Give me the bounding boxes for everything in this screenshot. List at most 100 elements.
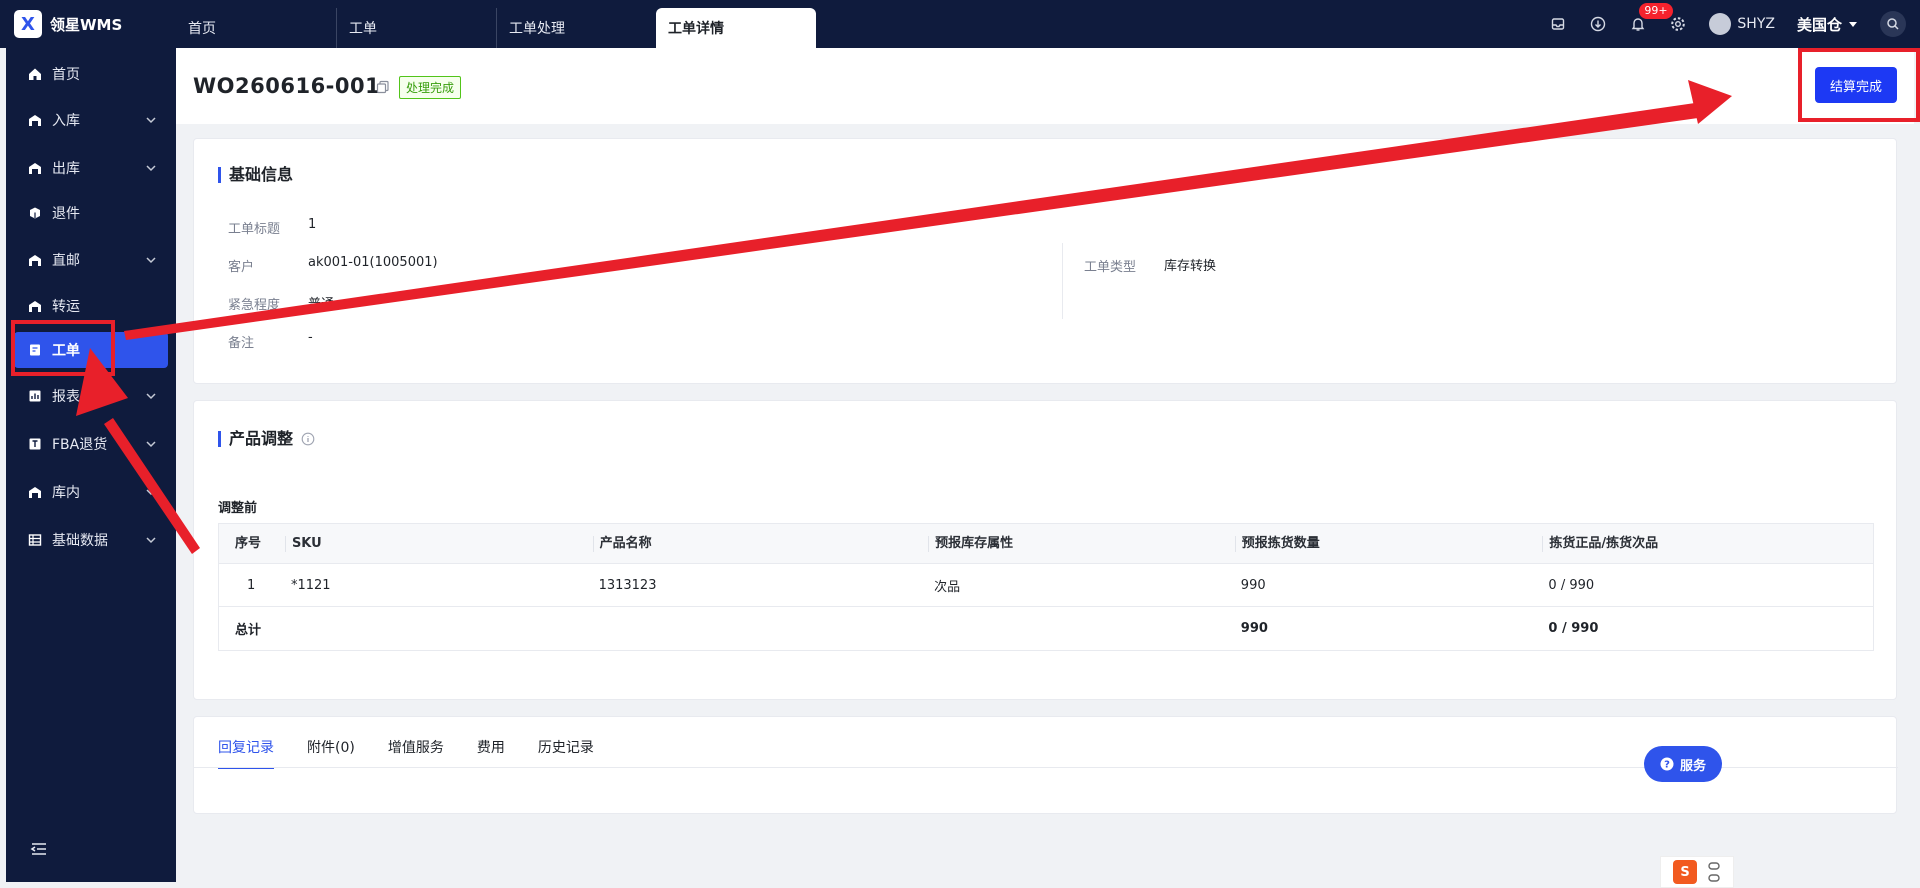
sidebar-item-label: 基础数据 <box>52 533 108 549</box>
sidebar-item-workorder[interactable]: 工单 <box>14 332 168 368</box>
column-header: 预报库存属性 <box>928 535 1235 552</box>
sidebar-item-label: 报表 <box>52 389 80 405</box>
record-tabs: 回复记录 附件(0) 增值服务 费用 历史记录 <box>218 737 594 769</box>
warehouse-icon <box>28 485 42 499</box>
grid-icon <box>28 533 42 547</box>
page-tabs: 首页 工单 工单处理 工单详情 <box>176 8 816 48</box>
table-cell: 0 / 990 <box>1548 577 1595 593</box>
transfer-icon <box>28 299 42 313</box>
notification-badge: 99+ <box>1639 3 1673 19</box>
mail-icon <box>28 253 42 267</box>
collapse-sidebar-icon[interactable] <box>30 840 48 858</box>
warehouse-selector[interactable]: 美国仓 <box>1797 14 1858 35</box>
sub-title-before: 调整前 <box>218 501 258 516</box>
sidebar-item-direct-mail[interactable]: 直邮 <box>14 242 168 278</box>
warehouse-name: 美国仓 <box>1796 15 1842 34</box>
bell-icon[interactable]: 99+ <box>1629 3 1673 33</box>
sidebar-item-reports[interactable]: 报表 <box>14 378 168 414</box>
sidebar-item-basic-data[interactable]: 基础数据 <box>14 522 168 558</box>
sidebar-item-label: 直邮 <box>52 253 80 269</box>
field-label-type: 工单类型 <box>1084 260 1137 275</box>
tab-history[interactable]: 历史记录 <box>538 737 594 769</box>
tab-workorder[interactable]: 工单 <box>336 8 496 48</box>
top-bar: X 领星WMS 首页 工单 工单处理 工单详情 99+ SHYZ 美国仓 <box>0 0 1920 48</box>
field-label-remark: 备注 <box>228 336 255 351</box>
info-icon[interactable] <box>301 432 315 446</box>
workorder-icon <box>28 343 42 357</box>
column-header: 预报拣货数量 <box>1234 535 1543 552</box>
tab-attachments[interactable]: 附件(0) <box>307 737 355 769</box>
chevron-down-icon <box>146 165 156 172</box>
total-label: 总计 <box>235 623 262 638</box>
fba-icon <box>28 437 42 451</box>
records-card: 回复记录 附件(0) 增值服务 费用 历史记录 <box>193 716 1898 814</box>
section-title-product-text: 产品调整 <box>229 429 294 448</box>
tab-reply-records[interactable]: 回复记录 <box>218 737 274 769</box>
chevron-down-icon <box>146 441 156 448</box>
product-adjustment-card: 产品调整 调整前 序号 SKU 产品名称 预报库存属性 预报拣货数量 拣货正品/… <box>193 400 1897 700</box>
outbound-icon <box>28 161 42 175</box>
tab-fees[interactable]: 费用 <box>477 737 505 769</box>
table-row: 1 *1121 1313123 次品 990 0 / 990 <box>219 564 1873 607</box>
sidebar-item-outbound[interactable]: 出库 <box>14 150 168 186</box>
ime-widget[interactable]: S <box>1660 856 1734 888</box>
service-label: 服务 <box>1679 758 1706 774</box>
tab-workorder-processing[interactable]: 工单处理 <box>496 8 656 48</box>
field-value-customer: ak001-01(1005001) <box>308 255 438 270</box>
search-icon[interactable] <box>1880 11 1906 37</box>
user-name: SHYZ <box>1737 16 1775 32</box>
sidebar-item-home[interactable]: 首页 <box>14 56 168 92</box>
column-header: 序号 <box>235 535 262 551</box>
field-label-customer: 客户 <box>228 260 255 275</box>
user-menu[interactable]: SHYZ <box>1709 13 1775 35</box>
sidebar-item-fba-returns[interactable]: FBA退货 <box>14 426 168 462</box>
help-icon: ? <box>1660 757 1674 771</box>
section-title-basic: 基础信息 <box>218 167 293 183</box>
tab-value-added-services[interactable]: 增值服务 <box>388 737 444 769</box>
sidebar: 首页 入库 出库 退件 直邮 转运 工单 报表 FBA退货 库内 基础数据 <box>6 48 176 882</box>
sidebar-item-in-warehouse[interactable]: 库内 <box>14 474 168 510</box>
sidebar-item-transfer[interactable]: 转运 <box>14 288 168 324</box>
service-button[interactable]: ? 服务 <box>1644 746 1722 782</box>
chevron-down-icon <box>146 489 156 496</box>
download-icon[interactable] <box>1589 15 1607 33</box>
inbox-icon[interactable] <box>1549 15 1567 33</box>
brand[interactable]: X 领星WMS <box>14 10 122 38</box>
status-badge: 处理完成 <box>399 76 462 99</box>
brand-logo-icon: X <box>14 10 42 38</box>
avatar <box>1709 13 1732 35</box>
total-pick: 0 / 990 <box>1548 621 1599 636</box>
ime-toggle-icon <box>1708 862 1720 882</box>
settle-complete-button[interactable]: 结算完成 <box>1815 67 1897 103</box>
sidebar-item-label: 退件 <box>52 206 80 222</box>
basic-info-card: 基础信息 工单标题 1 客户 ak001-01(1005001) 紧急程度 普通… <box>193 138 1897 384</box>
return-icon <box>28 206 42 220</box>
sidebar-item-returns[interactable]: 退件 <box>14 195 168 231</box>
sidebar-item-inbound[interactable]: 入库 <box>14 102 168 138</box>
tab-workorder-detail[interactable]: 工单详情 <box>656 8 816 48</box>
caret-down-icon <box>1849 22 1857 27</box>
field-value-title: 1 <box>308 217 317 232</box>
sidebar-item-label: 首页 <box>52 67 80 83</box>
table-total-row: 总计 990 0 / 990 <box>219 607 1873 650</box>
sidebar-item-label: 库内 <box>52 485 80 501</box>
table-cell: *1121 <box>290 577 331 593</box>
field-value-urgency: 普通 <box>308 297 335 312</box>
gear-icon[interactable] <box>1669 15 1687 33</box>
tab-home[interactable]: 首页 <box>176 8 336 48</box>
section-title-product: 产品调整 <box>218 431 315 447</box>
total-qty: 990 <box>1240 621 1268 636</box>
field-value-remark: - <box>308 330 313 345</box>
chevron-down-icon <box>146 257 156 264</box>
column-header: 产品名称 <box>592 535 929 552</box>
column-header: 拣货正品/拣货次品 <box>1542 535 1873 552</box>
chevron-down-icon <box>146 117 156 124</box>
product-table: 序号 SKU 产品名称 预报库存属性 预报拣货数量 拣货正品/拣货次品 1 *1… <box>218 523 1874 651</box>
column-header: SKU <box>284 535 593 552</box>
copy-icon[interactable] <box>376 80 390 94</box>
field-value-type: 库存转换 <box>1164 259 1217 274</box>
sidebar-item-label: 出库 <box>52 161 80 177</box>
ime-logo-icon: S <box>1673 860 1697 884</box>
chevron-down-icon <box>146 393 156 400</box>
table-header: 序号 SKU 产品名称 预报库存属性 预报拣货数量 拣货正品/拣货次品 <box>219 524 1873 564</box>
